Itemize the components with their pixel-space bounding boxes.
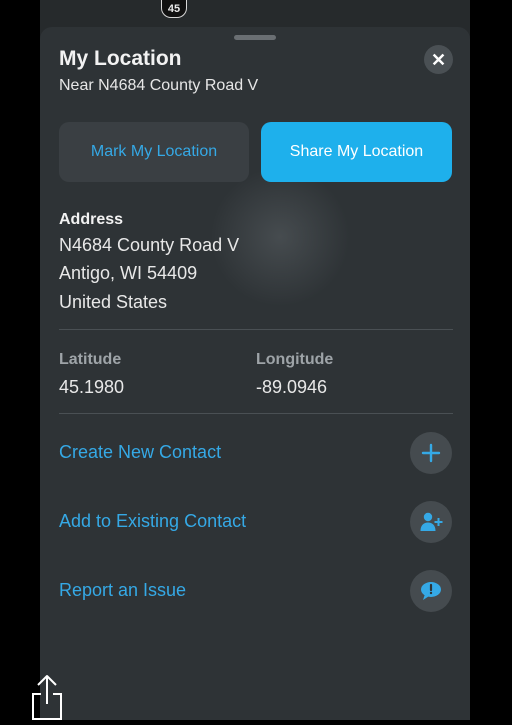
report-issue-button[interactable] (410, 570, 452, 612)
share-button[interactable] (30, 674, 64, 720)
address-line-1: N4684 County Road V (59, 235, 240, 255)
report-issue-link[interactable]: Report an Issue (59, 580, 186, 601)
plus-icon (421, 443, 441, 463)
card-subtitle: Near N4684 County Road V (59, 77, 259, 94)
mark-location-button[interactable]: Mark My Location (59, 122, 249, 182)
create-contact-button[interactable] (410, 432, 452, 474)
longitude-label: Longitude (256, 351, 334, 368)
share-icon (32, 675, 62, 720)
card-title: My Location (59, 47, 182, 70)
location-card: My Location Near N4684 County Road V ✕ M… (40, 27, 470, 720)
close-icon: ✕ (430, 49, 447, 70)
add-person-icon (420, 512, 443, 531)
close-button[interactable]: ✕ (424, 45, 453, 74)
speech-bubble-icon (421, 582, 441, 600)
drag-handle[interactable] (234, 35, 276, 40)
road-shield: 45 (161, 0, 187, 18)
add-to-existing-contact-link[interactable]: Add to Existing Contact (59, 511, 246, 532)
latitude-value: 45.1980 (59, 377, 125, 397)
divider (59, 329, 453, 330)
address-line-2: Antigo, WI 54409 (59, 263, 198, 283)
longitude-value: -89.0946 (256, 377, 328, 397)
add-existing-contact-button[interactable] (410, 501, 452, 543)
latitude-label: Latitude (59, 351, 122, 368)
divider (59, 413, 453, 414)
address-line-3: United States (59, 292, 168, 312)
address-label: Address (59, 211, 124, 228)
share-location-button[interactable]: Share My Location (261, 122, 452, 182)
create-new-contact-link[interactable]: Create New Contact (59, 442, 221, 463)
